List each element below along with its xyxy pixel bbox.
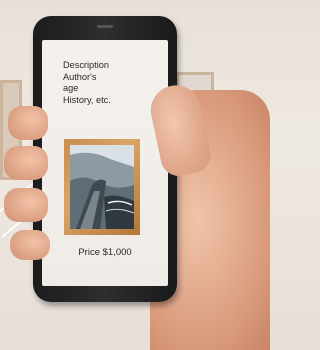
finger <box>8 106 48 140</box>
scene: Description Author's age History, etc. P… <box>0 0 270 350</box>
finger <box>10 230 50 260</box>
artwork-price: Price $1,000 <box>78 247 132 258</box>
finger <box>4 188 48 222</box>
description-line: Description <box>63 60 109 70</box>
description-line: age <box>63 83 79 93</box>
description-line: History, etc. <box>63 94 111 105</box>
artwork-image <box>70 145 134 229</box>
smartphone: Description Author's age History, etc. P… <box>33 16 177 302</box>
phone-speaker <box>97 25 113 28</box>
phone-screen[interactable]: Description Author's age History, etc. P… <box>42 40 168 286</box>
description-line: Author's <box>63 71 97 82</box>
seascape-painting <box>70 145 134 229</box>
framed-artwork[interactable] <box>64 139 140 235</box>
artwork-description: Description Author's age History, etc. <box>63 60 111 106</box>
finger <box>4 146 48 180</box>
